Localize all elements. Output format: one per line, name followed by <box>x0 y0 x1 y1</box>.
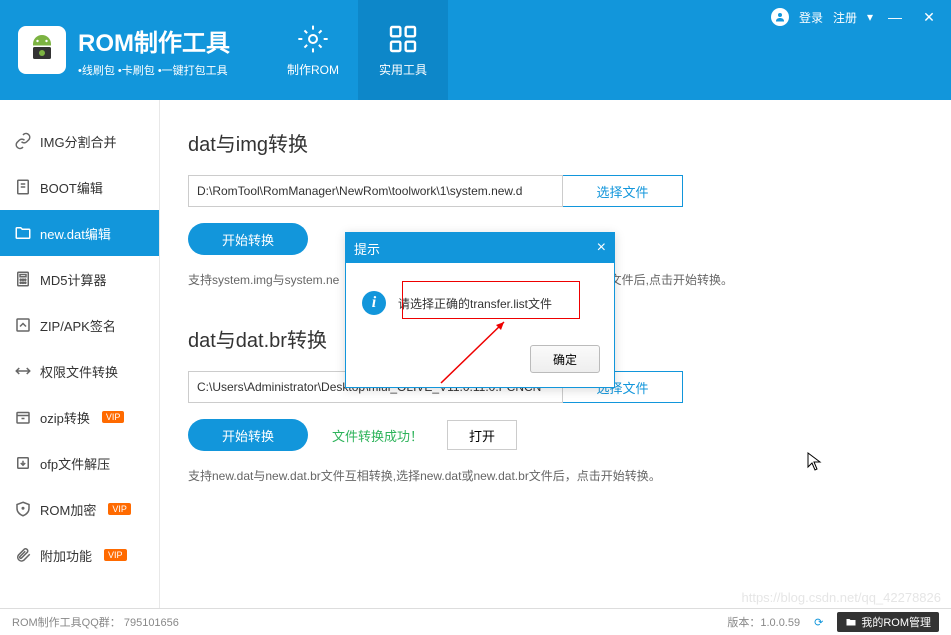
folder-icon <box>14 224 32 242</box>
tab-tools[interactable]: 实用工具 <box>358 0 448 100</box>
section1-title: dat与img转换 <box>188 128 911 157</box>
app-subtitle: •线刷包 •卡刷包 •一键打包工具 <box>78 62 230 78</box>
sidebar-item-encrypt[interactable]: ROM加密 VIP <box>0 486 159 532</box>
folder-small-icon <box>845 616 857 628</box>
dialog: 提示 × i 请选择正确的transfer.list文件 确定 <box>345 232 615 388</box>
info-icon: i <box>362 291 386 315</box>
logo-section: ROM制作工具 •线刷包 •卡刷包 •一键打包工具 <box>0 23 248 78</box>
dialog-title: 提示 <box>354 239 380 258</box>
section2-open-button[interactable]: 打开 <box>447 420 517 450</box>
dialog-close-button[interactable]: × <box>597 239 606 257</box>
header-tabs: 制作ROM 实用工具 <box>268 0 448 100</box>
grid-icon <box>387 23 419 55</box>
statusbar: ROM制作工具QQ群： 795101656 版本：1.0.0.59 ⟳ 我的RO… <box>0 608 951 635</box>
minimize-button[interactable]: — <box>883 9 907 25</box>
convert-icon <box>14 362 32 380</box>
sidebar-item-zip[interactable]: ZIP/APK签名 <box>0 302 159 348</box>
attachment-icon <box>14 546 32 564</box>
top-right-controls: 登录 注册 ▾ — ✕ <box>771 8 941 26</box>
dialog-header[interactable]: 提示 × <box>346 233 614 263</box>
document-icon <box>14 178 32 196</box>
link-icon <box>14 132 32 150</box>
version-number: 1.0.0.59 <box>760 617 800 629</box>
my-rom-button[interactable]: 我的ROM管理 <box>837 612 939 632</box>
tab-make-rom[interactable]: 制作ROM <box>268 0 358 100</box>
extract-icon <box>14 454 32 472</box>
vip-badge: VIP <box>108 503 131 515</box>
user-icon[interactable] <box>771 8 789 26</box>
sidebar-item-newdat[interactable]: new.dat编辑 <box>0 210 159 256</box>
sidebar-item-md5[interactable]: MD5计算器 <box>0 256 159 302</box>
section1-path-input[interactable] <box>188 175 563 207</box>
calculator-icon <box>14 270 32 288</box>
shield-icon <box>14 500 32 518</box>
login-link[interactable]: 登录 <box>799 9 823 26</box>
sidebar-item-extra[interactable]: 附加功能 VIP <box>0 532 159 578</box>
edit-icon <box>14 316 32 334</box>
android-logo-icon <box>18 26 66 74</box>
sidebar-item-img-split[interactable]: IMG分割合并 <box>0 118 159 164</box>
section2-success-text: 文件转换成功！ <box>332 426 423 445</box>
dialog-message: 请选择正确的transfer.list文件 <box>398 295 552 312</box>
register-link[interactable]: 注册 <box>833 9 857 26</box>
sidebar-item-ozip[interactable]: ozip转换 VIP <box>0 394 159 440</box>
vip-badge: VIP <box>102 411 125 423</box>
qq-number[interactable]: 795101656 <box>124 617 179 629</box>
section1-start-button[interactable]: 开始转换 <box>188 223 308 255</box>
header: ROM制作工具 •线刷包 •卡刷包 •一键打包工具 制作ROM 实用工具 登录 … <box>0 0 951 100</box>
dialog-ok-button[interactable]: 确定 <box>530 345 600 373</box>
dropdown-icon[interactable]: ▾ <box>867 10 873 24</box>
sidebar-item-ofp[interactable]: ofp文件解压 <box>0 440 159 486</box>
sidebar: IMG分割合并 BOOT编辑 new.dat编辑 MD5计算器 ZIP/APK签… <box>0 100 160 608</box>
section2-hint: 支持new.dat与new.dat.br文件互相转换,选择new.dat或new… <box>188 467 911 484</box>
sidebar-item-boot[interactable]: BOOT编辑 <box>0 164 159 210</box>
section1-select-button[interactable]: 选择文件 <box>563 175 683 207</box>
vip-badge: VIP <box>104 549 127 561</box>
app-title: ROM制作工具 <box>78 23 230 58</box>
section2-start-button[interactable]: 开始转换 <box>188 419 308 451</box>
qq-label: ROM制作工具QQ群： <box>12 617 121 629</box>
archive-icon <box>14 408 32 426</box>
gear-icon <box>297 23 329 55</box>
close-button[interactable]: ✕ <box>917 9 941 25</box>
update-icon[interactable]: ⟳ <box>814 616 823 629</box>
sidebar-item-perm[interactable]: 权限文件转换 <box>0 348 159 394</box>
